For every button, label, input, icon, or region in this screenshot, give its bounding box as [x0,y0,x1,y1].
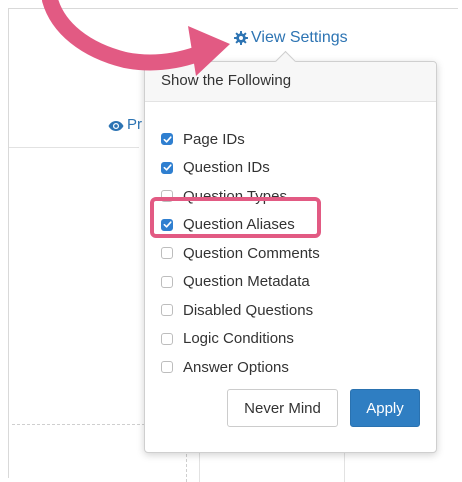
never-mind-button[interactable]: Never Mind [227,389,338,427]
option-row[interactable]: Disabled Questions [161,296,320,325]
option-row[interactable]: Logic Conditions [161,325,320,354]
apply-button[interactable]: Apply [350,389,420,427]
gear-icon [234,31,248,45]
option-label: Question IDs [183,159,270,177]
checkbox[interactable] [161,361,173,374]
option-row[interactable]: Question IDs [161,154,320,183]
view-settings-label: View Settings [251,29,348,46]
checkbox[interactable] [161,133,173,146]
checkbox[interactable] [161,332,173,345]
popover-title: Show the Following [161,72,292,89]
header-divider [9,147,139,148]
preview-label: Pr [127,116,142,133]
annotation-highlight-box [150,197,321,238]
option-label: Page IDs [183,130,245,148]
popover-header: Show the Following [145,62,436,102]
column-divider-left [199,450,200,482]
option-row[interactable]: Question Metadata [161,268,320,297]
view-settings-popover: Show the Following Page IDs Question IDs Q… [144,50,437,453]
column-divider-right [344,450,345,482]
preview-link[interactable]: Pr [108,116,142,133]
option-label: Logic Conditions [183,330,294,348]
check-icon [163,136,172,143]
option-list: Page IDs Question IDs Question Types Questi… [161,125,320,382]
checkbox[interactable] [161,304,173,317]
option-label: Disabled Questions [183,301,314,319]
view-settings-link[interactable]: View Settings [234,29,348,47]
eye-icon [108,119,124,131]
checkbox[interactable] [161,247,173,260]
option-label: Question Comments [183,244,320,262]
option-label: Answer Options [183,358,289,376]
option-row[interactable]: Answer Options [161,353,320,382]
option-row[interactable]: Page IDs [161,125,320,154]
check-icon [163,164,172,171]
checkbox[interactable] [161,275,173,288]
checkbox[interactable] [161,161,173,174]
option-row[interactable]: Question Comments [161,239,320,268]
option-label: Question Metadata [183,273,310,291]
